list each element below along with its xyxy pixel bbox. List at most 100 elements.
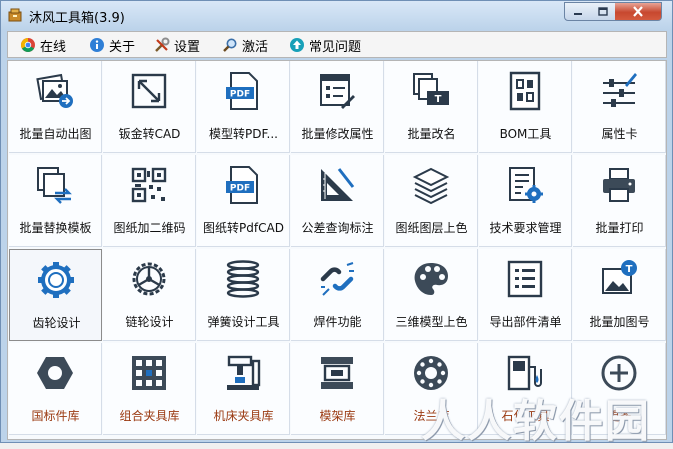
tool-property-card[interactable]: 属性卡 — [573, 61, 666, 153]
mold-base-icon — [321, 357, 353, 389]
svg-text:T: T — [626, 264, 633, 275]
pdf-icon: PDF — [226, 166, 258, 204]
menu-settings-label: 设置 — [174, 39, 201, 55]
tool-gear-design[interactable]: 齿轮设计 — [9, 249, 102, 341]
tool-drawing-to-pdfcad[interactable]: PDF 图纸转PdfCAD — [197, 155, 290, 247]
template-replace-icon — [37, 167, 72, 204]
tool-sprocket-design[interactable]: 链轮设计 — [103, 249, 196, 341]
tool-drawing-qrcode[interactable]: 图纸加二维码 — [103, 155, 196, 247]
tool-batch-print[interactable]: 批量打印 — [573, 155, 666, 247]
tool-weldment[interactable]: 焊件功能 — [291, 249, 384, 341]
menu-faq-label: 常见问题 — [309, 39, 362, 55]
layers-icon — [412, 167, 450, 205]
pdf-icon: PDF — [226, 72, 258, 110]
tool-sheetmetal-to-cad[interactable]: 钣金转CAD — [103, 61, 196, 153]
tool-label: 齿轮设计 — [32, 316, 81, 330]
tool-label: 弹簧设计工具 — [207, 315, 280, 329]
tool-bom[interactable]: BOM工具 — [479, 61, 572, 153]
menu-online[interactable]: 在线 — [20, 36, 67, 55]
image-badge-icon: T — [602, 260, 637, 294]
tool-label: 技术要求管理 — [489, 221, 562, 235]
gear-icon — [38, 262, 74, 298]
arrows-diagonal-icon — [131, 73, 167, 109]
tool-label: 机床夹具库 — [213, 409, 274, 423]
watermark-text: 人人软件园 — [421, 396, 651, 447]
app-window: 沐风工具箱(3.9) 在线 关于 设置 激活 常见问题 批量自动出图 钣金转CA… — [0, 0, 673, 447]
tool-batch-add-drawing-number[interactable]: T 批量加图号 — [573, 249, 666, 341]
tool-tech-requirements[interactable]: 技术要求管理 — [479, 155, 572, 247]
list-icon — [507, 260, 543, 298]
tool-label: 属性卡 — [601, 127, 638, 141]
menu-activate[interactable]: 激活 — [222, 36, 269, 55]
tool-label: 图纸图层上色 — [395, 221, 468, 235]
sprocket-icon — [132, 262, 166, 296]
tool-batch-auto-drawing[interactable]: 批量自动出图 — [9, 61, 102, 153]
tool-label: 批量替换模板 — [19, 221, 92, 235]
title-bar[interactable]: 沐风工具箱(3.9) — [1, 1, 672, 30]
tool-label: 批量修改属性 — [301, 127, 374, 141]
tool-label: 焊件功能 — [313, 315, 362, 329]
tool-label: 钣金转CAD — [118, 127, 181, 141]
tool-label: 批量打印 — [595, 221, 644, 235]
tool-label: 模型转PDF... — [209, 127, 278, 141]
maximize-button[interactable] — [590, 2, 616, 21]
tool-batch-edit-properties[interactable]: 批量修改属性 — [291, 61, 384, 153]
maximize-icon — [597, 7, 608, 16]
tool-label: 图纸加二维码 — [113, 221, 186, 235]
tool-label: 模架库 — [319, 409, 356, 423]
document-gear-icon — [509, 167, 543, 203]
menu-faq[interactable]: 常见问题 — [289, 36, 362, 55]
minimize-button[interactable] — [564, 2, 591, 21]
app-icon — [8, 8, 22, 22]
printer-icon — [603, 168, 635, 202]
close-button[interactable] — [615, 2, 662, 21]
tool-batch-rename[interactable]: T 批量改名 — [385, 61, 478, 153]
window-title: 沐风工具箱(3.9) — [29, 11, 125, 26]
tool-label: BOM工具 — [499, 127, 552, 141]
tool-spring-design[interactable]: 弹簧设计工具 — [197, 249, 290, 341]
tool-machine-fixture-library[interactable]: 机床夹具库 — [197, 343, 290, 435]
image-export-icon — [36, 73, 73, 108]
tool-model-to-pdf[interactable]: PDF 模型转PDF... — [197, 61, 290, 153]
tool-export-parts-list[interactable]: 导出部件清单 — [479, 249, 572, 341]
close-icon — [633, 6, 643, 17]
tools-icon — [155, 37, 170, 52]
tool-tolerance-lookup[interactable]: 公差查询标注 — [291, 155, 384, 247]
svg-text:PDF: PDF — [230, 90, 250, 100]
tool-grid: 批量自动出图 钣金转CAD PDF 模型转PDF... 批量修改属性 T 批量改… — [7, 60, 667, 440]
tool-label: 批量改名 — [407, 127, 456, 141]
tool-label: 批量加图号 — [589, 315, 650, 329]
chrome-icon — [21, 38, 35, 52]
minimize-icon — [573, 12, 582, 15]
spring-icon — [226, 260, 260, 298]
tool-3d-model-color[interactable]: 三维模型上色 — [385, 249, 478, 341]
menu-about[interactable]: 关于 — [89, 36, 136, 55]
tool-mold-base-library[interactable]: 模架库 — [291, 343, 384, 435]
sliders-icon — [603, 73, 637, 107]
palette-icon — [414, 263, 448, 295]
tool-batch-replace-template[interactable]: 批量替换模板 — [9, 155, 102, 247]
fixture-grid-icon — [132, 356, 166, 390]
menu-activate-label: 激活 — [242, 39, 269, 55]
property-edit-icon — [320, 74, 355, 109]
tool-drawing-layer-color[interactable]: 图纸图层上色 — [385, 155, 478, 247]
tool-label: 批量自动出图 — [19, 127, 92, 141]
help-arrow-icon — [290, 38, 304, 52]
menu-online-label: 在线 — [40, 39, 67, 55]
magnifier-icon — [223, 38, 237, 52]
tool-gb-parts-library[interactable]: 国标件库 — [9, 343, 102, 435]
set-square-icon — [321, 168, 355, 201]
svg-text:PDF: PDF — [230, 184, 250, 194]
tool-label: 三维模型上色 — [395, 315, 468, 329]
menu-settings[interactable]: 设置 — [154, 36, 201, 55]
menu-bar: 在线 关于 设置 激活 常见问题 — [7, 31, 667, 58]
info-icon — [90, 38, 104, 52]
tool-label: 国标件库 — [31, 409, 80, 423]
rename-icon: T — [413, 73, 449, 105]
menu-about-label: 关于 — [109, 39, 136, 55]
tool-label: 组合夹具库 — [119, 409, 180, 423]
hex-nut-icon — [37, 357, 73, 389]
tool-modular-fixture-library[interactable]: 组合夹具库 — [103, 343, 196, 435]
machine-fixture-icon — [227, 355, 261, 390]
tool-label: 图纸转PdfCAD — [203, 221, 284, 235]
